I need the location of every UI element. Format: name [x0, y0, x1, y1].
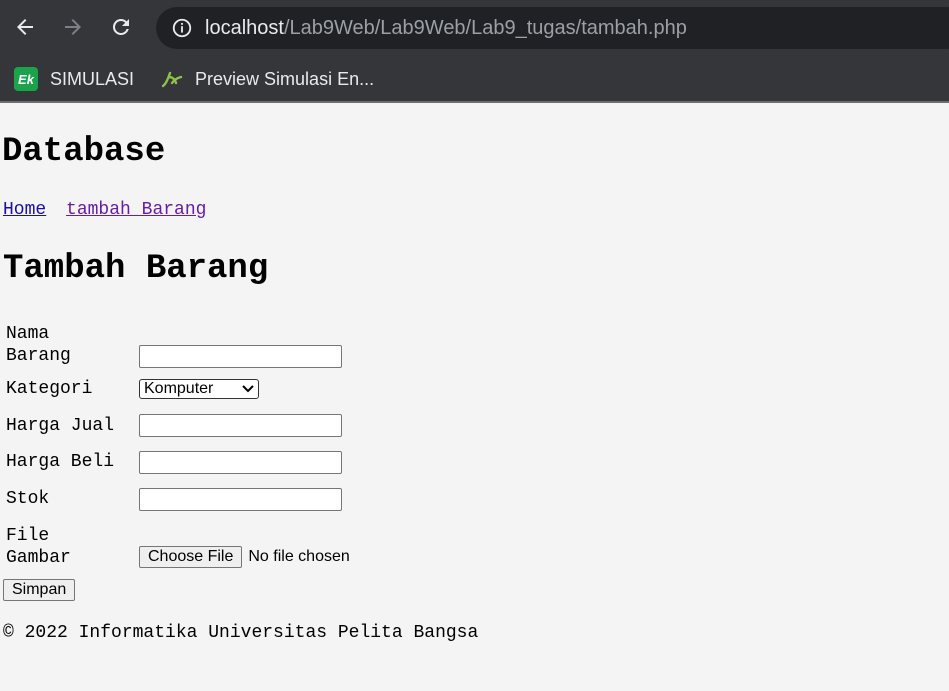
harga-jual-label: Harga Jual	[6, 415, 115, 436]
kategori-selected-value: Komputer	[144, 380, 214, 397]
choose-file-button[interactable]: Choose File	[139, 546, 243, 568]
info-icon[interactable]	[171, 17, 193, 39]
ek-icon: Ek	[14, 67, 38, 91]
url-text[interactable]: localhost/Lab9Web/Lab9Web/Lab9_tugas/tam…	[205, 17, 687, 40]
bookmark-label: Preview Simulasi En...	[195, 68, 375, 89]
harga-beli-input[interactable]	[139, 450, 342, 474]
kategori-select[interactable]: Komputer	[139, 379, 259, 399]
bookmark-label: SIMULASI	[50, 68, 135, 89]
bookmark-simulasi[interactable]: Ek SIMULASI	[14, 67, 134, 91]
add-item-form: Nama Barang Kategori Komputer Harga Jual…	[5, 322, 351, 572]
file-status: No file chosen	[248, 548, 350, 565]
nama-barang-input[interactable]	[139, 345, 342, 368]
chevron-down-icon	[242, 385, 254, 393]
file-gambar-label: File Gambar	[6, 526, 71, 568]
footer: © 2022 Informatika Universitas Pelita Ba…	[3, 623, 479, 643]
harga-beli-label: Harga Beli	[6, 452, 115, 472]
forward-button[interactable]	[58, 12, 88, 42]
reload-icon	[112, 18, 129, 35]
browser-toolbar: localhost/Lab9Web/Lab9Web/Lab9_tugas/tam…	[0, 0, 949, 56]
site-title: Database	[2, 133, 166, 171]
nav-link-home[interactable]: Home	[3, 200, 46, 220]
nav-link-tambah-barang[interactable]: tambah Barang	[66, 200, 206, 220]
back-button[interactable]	[10, 12, 40, 42]
file-input: Choose File No file chosen	[139, 546, 350, 568]
leaf-icon	[161, 71, 183, 88]
divider	[0, 101, 949, 103]
arrow-left-icon	[17, 19, 33, 35]
stok-label: Stok	[6, 489, 50, 509]
nav: Home tambah Barang	[3, 200, 215, 220]
address-bar[interactable]: localhost/Lab9Web/Lab9Web/Lab9_tugas/tam…	[156, 7, 949, 49]
arrow-right-icon	[65, 19, 81, 35]
reload-button[interactable]	[106, 12, 136, 42]
kategori-label: Kategori	[6, 379, 93, 399]
harga-jual-input[interactable]	[139, 414, 342, 437]
nama-barang-label: Nama Barang	[6, 324, 71, 366]
stok-input[interactable]	[139, 487, 342, 511]
bookmark-preview-simulasi[interactable]: Preview Simulasi En...	[160, 67, 374, 91]
browser-chrome: localhost/Lab9Web/Lab9Web/Lab9_tugas/tam…	[0, 0, 949, 103]
bookmarks-bar: Ek SIMULASI Preview Simulasi En...	[0, 56, 949, 102]
simpan-button[interactable]: Simpan	[3, 579, 76, 601]
page-title: Tambah Barang	[3, 250, 269, 288]
